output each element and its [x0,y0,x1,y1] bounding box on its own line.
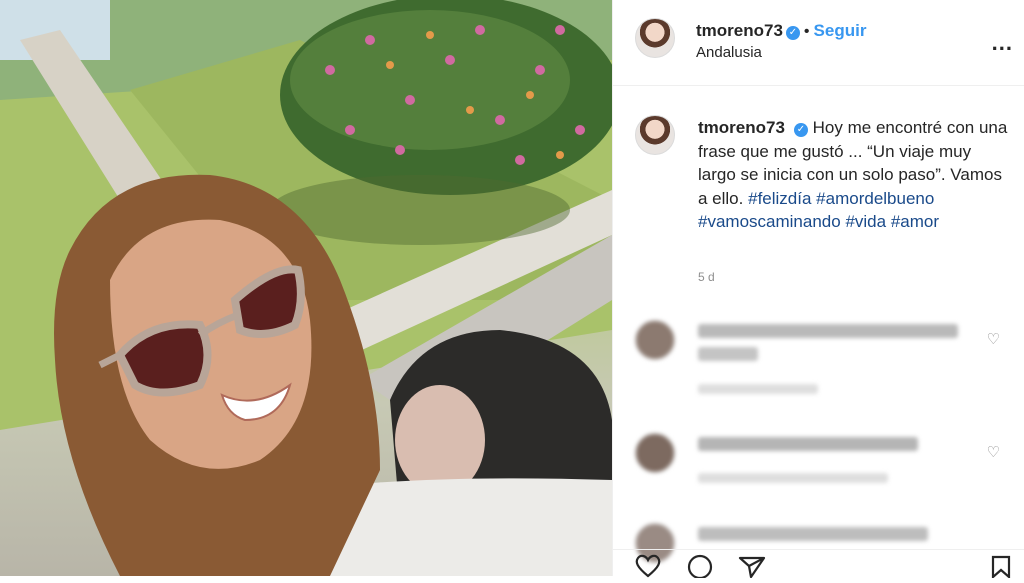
share-icon[interactable] [737,554,767,583]
post-header: tmoreno73 ✓ • Seguir Andalusia ... [613,0,1024,86]
verified-badge-icon: ✓ [793,123,808,137]
more-options-button[interactable]: ... [992,30,1013,56]
comment-item: ♡ [613,425,1024,515]
bookmark-icon[interactable] [989,554,1013,583]
blurred-comment-text [698,347,758,361]
post-sidebar: tmoreno73 ✓ • Seguir Andalusia ... tmoreno7… [612,0,1024,580]
comment-avatar[interactable] [635,320,675,360]
hashtag-link[interactable]: #vamoscaminando [698,212,841,231]
author-avatar[interactable] [635,18,675,58]
caption-username[interactable]: tmoreno73 [698,118,785,137]
blurred-comment-meta [698,384,818,394]
action-bar [613,549,1024,580]
hashtag-link[interactable]: #amordelbueno [816,189,934,208]
comment-item: ♡ [613,312,1024,402]
verified-badge-icon: ✓ [785,26,800,40]
blurred-comment-text [698,324,958,338]
post-location[interactable]: Andalusia [696,44,762,61]
hashtag-link[interactable]: #felizdía [748,189,811,208]
separator-dot: • [803,23,810,40]
heart-icon[interactable]: ♡ [987,330,1000,348]
hashtag-link[interactable]: #amor [891,212,939,231]
post-timestamp[interactable]: 5 d [698,270,715,284]
comment-icon[interactable] [685,554,715,583]
caption-avatar[interactable] [635,115,675,155]
blurred-comment-text [698,527,928,541]
hashtag-link[interactable]: #vida [845,212,886,231]
heart-icon[interactable] [633,554,663,583]
header-title-row: tmoreno73 ✓ • Seguir [696,21,866,41]
blurred-comment-text [698,437,918,451]
heart-icon[interactable]: ♡ [987,443,1000,461]
post-caption: tmoreno73 ✓ Hoy me encontré con una frase… [698,116,1008,234]
comment-item [613,515,1024,563]
selfie-image [0,0,612,576]
post-photo[interactable] [0,0,612,576]
comment-avatar[interactable] [635,433,675,473]
author-username[interactable]: tmoreno73 [696,21,783,40]
blurred-comment-meta [698,473,888,483]
follow-button[interactable]: Seguir [814,21,867,40]
